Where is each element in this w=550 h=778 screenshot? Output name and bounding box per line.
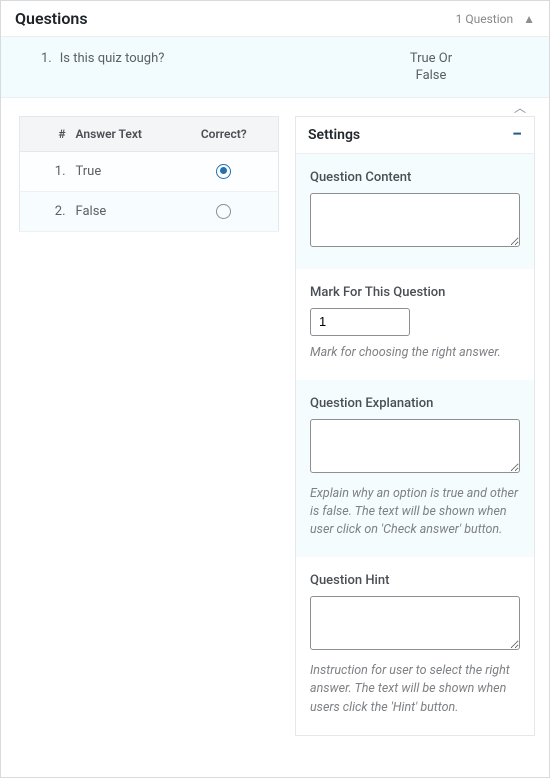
explanation-helper: Explain why an option is true and other …	[310, 485, 520, 539]
panel-header: Questions 1 Question ▲	[1, 1, 549, 37]
mark-input[interactable]	[310, 308, 410, 336]
question-type: True Or False	[331, 51, 531, 85]
mark-block: Mark For This Question Mark for choosing…	[296, 269, 534, 380]
caret-up-icon[interactable]: ︿	[514, 99, 526, 116]
col-hash: #	[20, 116, 70, 151]
col-correct: Correct?	[170, 116, 279, 151]
questions-panel: Questions 1 Question ▲ 1. Is this quiz t…	[0, 0, 550, 778]
correct-radio[interactable]	[216, 164, 231, 179]
hint-label: Question Hint	[310, 573, 520, 588]
question-text: Is this quiz tough?	[60, 51, 331, 66]
panel-title: Questions	[15, 9, 456, 28]
mark-helper: Mark for choosing the right answer.	[310, 344, 520, 362]
question-content-label: Question Content	[310, 170, 520, 185]
answer-number: 1.	[20, 151, 70, 191]
table-row: 1. True	[20, 151, 279, 191]
mark-label: Mark For This Question	[310, 285, 520, 300]
correct-radio[interactable]	[216, 204, 231, 219]
answers-table-container: # Answer Text Correct? 1. True 2. False	[19, 116, 279, 232]
settings-header[interactable]: Settings −	[296, 117, 534, 154]
answers-table: # Answer Text Correct? 1. True 2. False	[19, 116, 279, 232]
question-content-block: Question Content	[296, 154, 534, 269]
question-count: 1 Question	[456, 12, 513, 26]
answer-text: True	[70, 151, 170, 191]
question-number: 1.	[41, 51, 52, 66]
explanation-block: Question Explanation Explain why an opti…	[296, 380, 534, 557]
hint-helper: Instruction for user to select the right…	[310, 662, 520, 716]
answer-text: False	[70, 191, 170, 231]
explanation-input[interactable]	[310, 419, 520, 473]
question-row[interactable]: 1. Is this quiz tough? True Or False	[1, 37, 549, 98]
col-answer-text: Answer Text	[70, 116, 170, 151]
question-content-input[interactable]	[310, 193, 520, 247]
question-body: # Answer Text Correct? 1. True 2. False	[1, 98, 549, 766]
settings-panel: ︿ Settings − Question Content Mark For T…	[295, 116, 535, 736]
minus-icon[interactable]: −	[512, 130, 522, 139]
hint-block: Question Hint Instruction for user to se…	[296, 557, 534, 734]
explanation-label: Question Explanation	[310, 396, 520, 411]
hint-input[interactable]	[310, 596, 520, 650]
collapse-toggle-icon[interactable]: ▲	[523, 12, 535, 26]
answer-number: 2.	[20, 191, 70, 231]
table-row: 2. False	[20, 191, 279, 231]
settings-title: Settings	[308, 127, 512, 143]
